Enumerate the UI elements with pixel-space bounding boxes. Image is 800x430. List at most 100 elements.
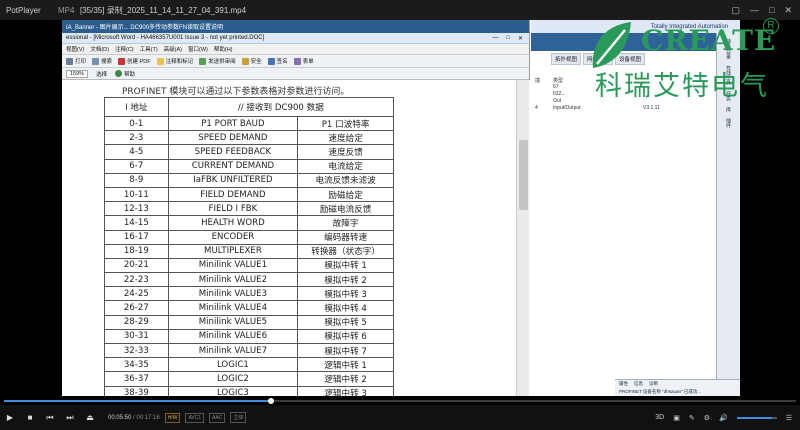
right-controls: 3D ▣ ✎ ⚙ 🔊 ☰: [655, 414, 800, 422]
menu-advanced[interactable]: 高级(A): [164, 45, 182, 53]
hw-decode-badge[interactable]: H/W: [164, 412, 181, 423]
menu-tools[interactable]: 工具(T): [140, 45, 158, 53]
table-row: 0-1 P1 PORT BAUD P1 口波特率: [104, 115, 394, 132]
3d-button[interactable]: 3D: [655, 414, 664, 421]
address-cell: 32-33: [104, 342, 169, 359]
current-time: 00:05:50: [108, 414, 132, 421]
video-codec-badge: AVC1: [185, 412, 205, 423]
screen-button[interactable]: ▣: [673, 414, 680, 422]
minimize-button[interactable]: —: [750, 5, 759, 16]
menu-document[interactable]: 文档(D): [90, 45, 109, 53]
menu-window[interactable]: 窗口(W): [188, 45, 208, 53]
playlist-button[interactable]: ☰: [786, 414, 792, 422]
forms-button[interactable]: 表单: [293, 57, 314, 65]
description-cell: 模拟中转 1: [297, 257, 394, 274]
send-review-button[interactable]: 发送供审阅: [199, 57, 236, 65]
parameter-name-cell: Minilink VALUE1: [167, 257, 299, 274]
table-row[interactable]: 4 Input/Output V3.1.11: [535, 105, 660, 112]
time-separator: /: [133, 414, 135, 421]
volume-slider[interactable]: [736, 416, 777, 419]
search-button[interactable]: 搜索: [92, 57, 112, 65]
parameter-name-cell: LOGIC3: [167, 385, 299, 396]
menu-comments[interactable]: 注释(C): [115, 45, 134, 53]
send-icon: [199, 57, 207, 65]
address-cell: 16-17: [104, 229, 169, 245]
word-toolbar-2: 159% 选择 帮助: [62, 68, 529, 80]
audio-codec-badge: AAC: [209, 412, 226, 423]
next-button[interactable]: ⏭: [60, 413, 80, 423]
word-window: IA_Banner - 图片展示... DC900多传动参数FN读取设置说明 e…: [62, 20, 530, 396]
seek-bar[interactable]: [0, 398, 800, 404]
word-title: essional - [Microsoft Word - HA466357U00…: [66, 35, 265, 41]
comment-icon: [156, 57, 164, 65]
scrollbar-thumb[interactable]: [519, 140, 528, 210]
description-cell: 模拟中转 3: [297, 286, 394, 302]
description-cell: 模拟中转 5: [297, 314, 394, 330]
tab-properties[interactable]: 属性: [619, 381, 628, 387]
table-row: 20-21 Minilink VALUE1 模拟中转 1: [104, 257, 394, 274]
pin-button[interactable]: ▢: [732, 5, 741, 16]
parameter-table: I 地址 // 接收到 DC900 数据 0-1 P1 PORT BAUD P1 口…: [104, 97, 395, 396]
word-scrollbar[interactable]: [516, 80, 529, 396]
maximize-button[interactable]: □: [769, 5, 774, 16]
description-cell: 故障字: [297, 215, 394, 231]
select-tool[interactable]: 选择: [96, 70, 107, 78]
parameter-name-cell: ENCODER: [167, 229, 299, 245]
app-name[interactable]: PotPlayer: [0, 6, 58, 15]
word-minimize-button[interactable]: —: [492, 35, 498, 42]
zoom-field[interactable]: 159%: [66, 69, 89, 78]
help-button[interactable]: 帮助: [115, 70, 135, 78]
parameter-name-cell: LOGIC1: [167, 357, 299, 373]
tab-info[interactable]: 信息: [634, 381, 643, 387]
address-cell: 28-29: [104, 314, 169, 330]
address-cell: 12-13: [104, 201, 169, 217]
parameter-name-cell: LOGIC2: [167, 371, 299, 387]
word-maximize-button[interactable]: □: [506, 35, 510, 42]
tab-diagnostics[interactable]: 诊断: [649, 381, 658, 387]
print-button[interactable]: 打印: [66, 57, 86, 65]
address-cell: 26-27: [104, 300, 169, 316]
document-page[interactable]: PROFINET 模块可以通过以下参数表格对参数进行访问。 I 地址 // 接收…: [62, 80, 530, 396]
description-cell: 速度反馈: [297, 144, 394, 160]
menu-help[interactable]: 帮助(H): [214, 45, 233, 53]
file-title: [35/35] 录制_2025_11_14_11_27_04_391.mp4: [80, 5, 247, 15]
side-tab-library[interactable]: 库: [725, 107, 732, 112]
security-button[interactable]: 安全: [241, 57, 262, 65]
table-row: 6-7 CURRENT DEMAND 电流给定: [104, 158, 394, 174]
table-row: 12-13 FIELD I FBK 励磁电流反馈: [104, 201, 394, 217]
brand-name-en: CREATE: [641, 24, 777, 57]
word-close-button[interactable]: ✕: [518, 35, 523, 42]
close-button[interactable]: ✕: [784, 5, 792, 16]
table-header-address: I 地址: [104, 97, 169, 117]
comment-button[interactable]: 注释和标记: [156, 57, 193, 65]
eject-button[interactable]: ⏏: [80, 413, 100, 422]
settings-button[interactable]: ⚙: [704, 414, 710, 422]
create-pdf-button[interactable]: 创建 PDF: [118, 57, 151, 65]
parameter-name-cell: Minilink VALUE2: [167, 272, 299, 288]
parameter-name-cell: HEALTH WORD: [167, 215, 299, 231]
speaker-icon[interactable]: 🔊: [719, 414, 728, 422]
table-row: 22-23 Minilink VALUE2 模拟中转 2: [104, 272, 394, 288]
menu-view[interactable]: 视图(V): [66, 45, 84, 53]
time-display: 00:05:50 / 00:17:16: [108, 415, 160, 421]
parameter-name-cell: IaFBK UNFILTERED: [167, 172, 299, 188]
parameter-name-cell: Minilink VALUE5: [167, 314, 299, 330]
side-tab-addins[interactable]: 插件: [725, 118, 732, 128]
description-cell: 模拟中转 4: [297, 300, 394, 316]
table-row: 38-39 LOGIC3 逻辑中转 3: [104, 385, 394, 396]
table-row: 32-33 Minilink VALUE7 模拟中转 7: [104, 342, 394, 359]
description-cell: 编码器转速: [297, 229, 394, 245]
tab-topology-view[interactable]: 拓扑视图: [551, 53, 582, 65]
stop-button[interactable]: ■: [20, 413, 40, 422]
previous-button[interactable]: ⏮: [40, 413, 60, 423]
subtitle-button[interactable]: ✎: [689, 414, 695, 422]
tia-inspector: 属性 信息 诊断 PROFINET 设备名称 "dhsauan" 已成功...: [615, 379, 740, 396]
address-cell: 0-1: [104, 115, 169, 132]
play-button[interactable]: ▶: [0, 413, 20, 422]
seek-handle[interactable]: [267, 398, 274, 404]
help-icon: [115, 70, 123, 77]
sign-button[interactable]: 签名: [267, 57, 288, 65]
table-row: 36-37 LOGIC2 逻辑中转 2: [104, 371, 394, 387]
player-titlebar: PotPlayer MP4 [35/35] 录制_2025_11_14_11_2…: [0, 0, 800, 20]
address-cell: 22-23: [104, 272, 169, 288]
